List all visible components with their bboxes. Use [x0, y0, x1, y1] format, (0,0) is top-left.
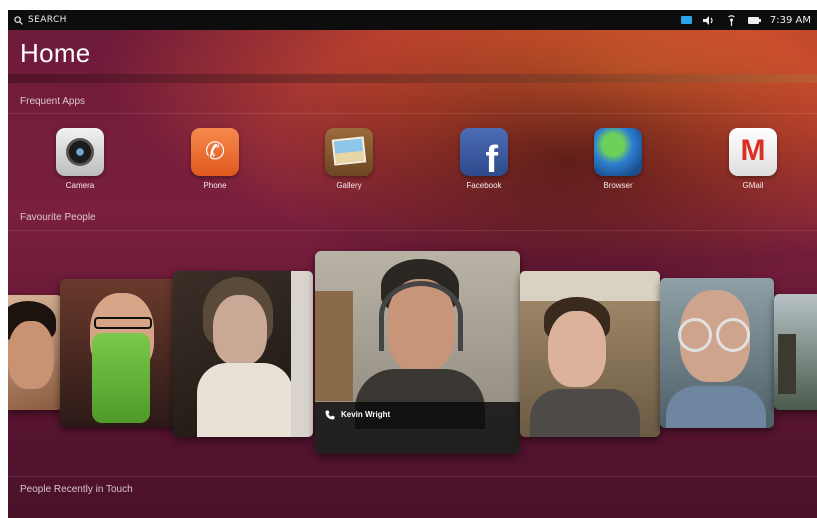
- mail-indicator-icon[interactable]: [680, 16, 692, 24]
- divider: [8, 113, 817, 114]
- title-divider: [8, 74, 817, 83]
- app-label: Camera: [65, 181, 95, 190]
- contact-card[interactable]: [60, 279, 178, 427]
- app-browser[interactable]: Browser: [578, 128, 658, 190]
- gallery-icon: [325, 128, 373, 176]
- contact-card[interactable]: [173, 271, 313, 437]
- camera-icon: [56, 128, 104, 176]
- favourite-people-carousel: Kevin Wright: [8, 248, 817, 463]
- app-gallery[interactable]: Gallery: [309, 128, 389, 190]
- app-label: Facebook: [466, 181, 502, 190]
- battery-icon[interactable]: [747, 16, 761, 24]
- app-label: Browser: [603, 181, 633, 190]
- app-camera[interactable]: Camera: [40, 128, 120, 190]
- gmail-icon: M: [729, 128, 777, 176]
- network-icon[interactable]: [726, 14, 737, 26]
- contact-card[interactable]: [774, 294, 817, 410]
- facebook-icon: f: [460, 128, 508, 176]
- divider: [8, 230, 817, 231]
- frequent-apps-row: Camera ✆ Phone Gallery f Facebook Browse…: [8, 128, 817, 198]
- contact-card[interactable]: [520, 271, 660, 437]
- search-label: SEARCH: [28, 15, 67, 25]
- app-phone[interactable]: ✆ Phone: [175, 128, 255, 190]
- volume-icon[interactable]: [702, 15, 715, 25]
- search-icon: [14, 15, 23, 25]
- divider: [8, 476, 817, 477]
- page-title: Home: [20, 38, 91, 68]
- app-gmail[interactable]: M GMail: [713, 128, 793, 190]
- top-panel: SEARCH 7:39 AM: [8, 10, 817, 30]
- app-label: GMail: [742, 181, 764, 190]
- section-label-frequent-apps: Frequent Apps: [20, 96, 86, 107]
- app-label: Gallery: [336, 181, 362, 190]
- featured-contact-name: Kevin Wright: [341, 410, 391, 419]
- contact-card[interactable]: [8, 295, 62, 410]
- phone-icon: [325, 410, 335, 420]
- app-facebook[interactable]: f Facebook: [444, 128, 524, 190]
- featured-contact-caption: Kevin Wright: [315, 402, 520, 454]
- home-screen: SEARCH 7:39 AM Home Frequent Apps Camera: [8, 10, 817, 518]
- section-label-favourite-people: Favourite People: [20, 212, 96, 223]
- section-label-recently-in-touch: People Recently in Touch: [20, 484, 133, 495]
- contact-card[interactable]: [660, 278, 774, 428]
- browser-icon: [594, 128, 642, 176]
- featured-contact-card[interactable]: Kevin Wright: [315, 251, 520, 454]
- phone-icon: ✆: [191, 128, 239, 176]
- clock[interactable]: 7:39 AM: [770, 15, 811, 26]
- search-button[interactable]: SEARCH: [14, 15, 67, 25]
- app-label: Phone: [203, 181, 227, 190]
